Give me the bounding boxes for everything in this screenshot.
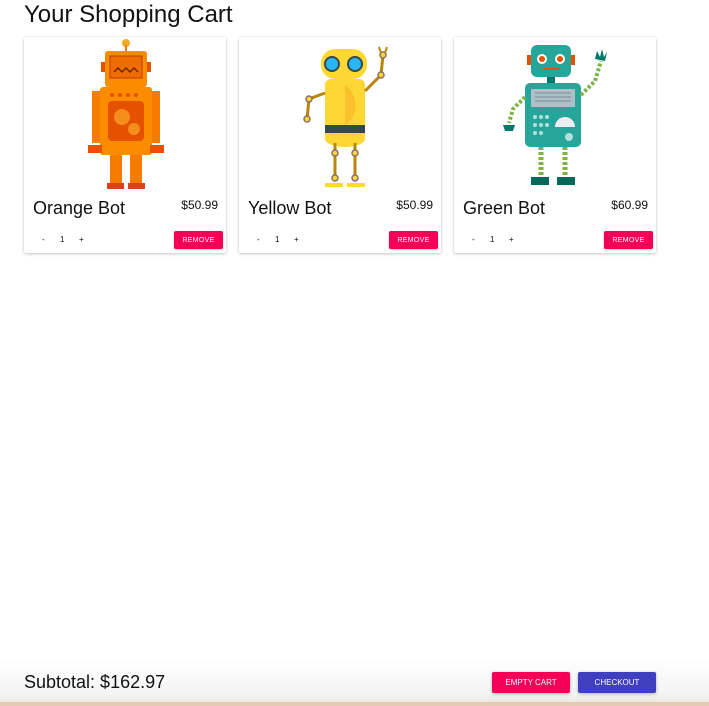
quantity-value: 1	[60, 235, 65, 244]
orange-robot-icon	[88, 39, 164, 189]
remove-button[interactable]: REMOVE	[604, 231, 653, 249]
cart-footer: Subtotal: $162.97 EMPTY CART CHECKOUT	[0, 658, 709, 706]
quantity-value: 1	[275, 235, 280, 244]
product-image	[239, 37, 441, 191]
decrement-button[interactable]: -	[257, 233, 260, 247]
checkout-button[interactable]: CHECKOUT	[578, 672, 656, 693]
empty-cart-button[interactable]: EMPTY CART	[492, 672, 570, 693]
remove-button[interactable]: REMOVE	[174, 231, 223, 249]
product-name: Green Bot	[463, 198, 546, 218]
product-name: Yellow Bot	[248, 198, 332, 218]
footer-divider	[0, 702, 709, 706]
increment-button[interactable]: +	[79, 233, 84, 247]
increment-button[interactable]: +	[294, 233, 299, 247]
product-image	[24, 37, 226, 191]
cart-item-card: Orange Bot $50.99 - 1 + REMOVE	[24, 37, 226, 253]
subtotal: Subtotal: $162.97	[24, 672, 166, 692]
product-name: Orange Bot	[33, 198, 126, 218]
product-price: $50.99	[396, 198, 433, 212]
decrement-button[interactable]: -	[42, 233, 45, 247]
page-title: Your Shopping Cart	[24, 1, 233, 28]
decrement-button[interactable]: -	[472, 233, 475, 247]
quantity-value: 1	[490, 235, 495, 244]
cart-item-card: Yellow Bot $50.99 - 1 + REMOVE	[239, 37, 441, 253]
remove-button[interactable]: REMOVE	[389, 231, 438, 249]
product-image	[454, 37, 656, 191]
cart-item-card: Green Bot $60.99 - 1 + REMOVE	[454, 37, 656, 253]
product-price: $60.99	[611, 198, 648, 212]
green-robot-icon	[503, 45, 607, 185]
yellow-robot-icon	[303, 46, 388, 187]
product-price: $50.99	[181, 198, 218, 212]
increment-button[interactable]: +	[509, 233, 514, 247]
